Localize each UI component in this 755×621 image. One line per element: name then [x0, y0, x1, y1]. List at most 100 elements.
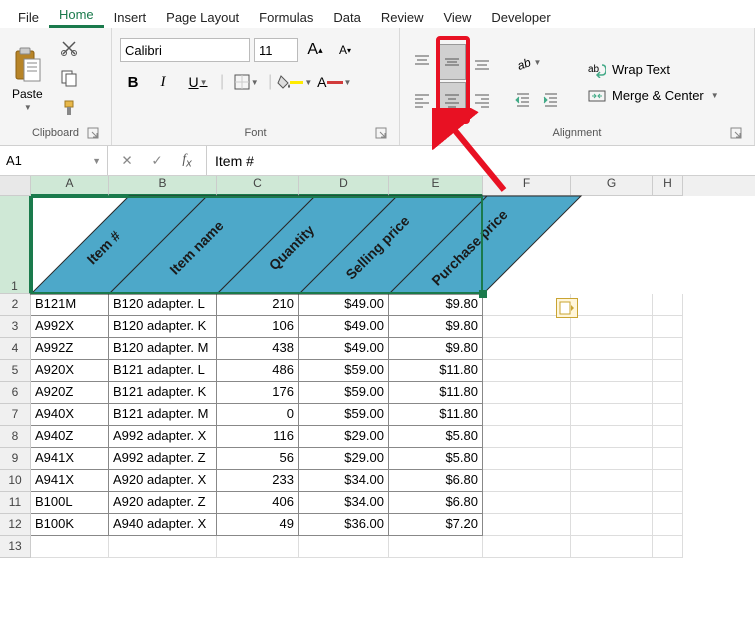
dialog-launcher-alignment[interactable] — [730, 127, 744, 141]
row-header[interactable]: 9 — [0, 448, 31, 470]
cell[interactable]: 176 — [217, 382, 299, 404]
cell[interactable]: B100K — [31, 514, 109, 536]
tab-home[interactable]: Home — [49, 3, 104, 28]
cell[interactable]: $34.00 — [299, 492, 389, 514]
row-header[interactable]: 10 — [0, 470, 31, 492]
cell[interactable] — [653, 294, 683, 316]
column-header[interactable]: A — [31, 176, 109, 196]
cell[interactable]: A992 adapter. Z — [109, 448, 217, 470]
cell[interactable]: $49.00 — [299, 316, 389, 338]
font-color-button[interactable]: A▼ — [316, 70, 352, 94]
cell[interactable] — [217, 536, 299, 558]
underline-button[interactable]: U▼ — [180, 70, 216, 94]
column-header[interactable]: E — [389, 176, 483, 196]
cell[interactable]: $34.00 — [299, 470, 389, 492]
align-middle-button[interactable] — [438, 44, 466, 80]
format-painter-button[interactable] — [57, 99, 81, 121]
cell[interactable]: $29.00 — [299, 426, 389, 448]
align-left-button[interactable] — [408, 82, 436, 118]
tab-developer[interactable]: Developer — [481, 6, 560, 28]
cell[interactable] — [483, 448, 571, 470]
copy-button[interactable] — [57, 69, 81, 91]
cell[interactable]: A940 adapter. X — [109, 514, 217, 536]
cell[interactable] — [483, 470, 571, 492]
cell[interactable]: $9.80 — [389, 338, 483, 360]
cell[interactable]: $36.00 — [299, 514, 389, 536]
row-header[interactable]: 7 — [0, 404, 31, 426]
tab-view[interactable]: View — [433, 6, 481, 28]
cell[interactable]: 406 — [217, 492, 299, 514]
align-right-button[interactable] — [468, 82, 496, 118]
row-header[interactable]: 11 — [0, 492, 31, 514]
cell[interactable]: $6.80 — [389, 470, 483, 492]
cell[interactable] — [653, 470, 683, 492]
cell[interactable]: $11.80 — [389, 404, 483, 426]
cell[interactable] — [653, 536, 683, 558]
align-bottom-button[interactable] — [468, 44, 496, 80]
cell[interactable] — [483, 316, 571, 338]
increase-font-button[interactable]: A▴ — [302, 38, 328, 62]
align-top-button[interactable] — [408, 44, 436, 80]
cell[interactable]: 106 — [217, 316, 299, 338]
cell[interactable]: $59.00 — [299, 404, 389, 426]
cell[interactable] — [571, 470, 653, 492]
cell[interactable] — [571, 448, 653, 470]
cell[interactable]: B121M — [31, 294, 109, 316]
cell[interactable] — [483, 536, 571, 558]
cell[interactable] — [571, 514, 653, 536]
cell[interactable] — [483, 426, 571, 448]
cell[interactable] — [483, 360, 571, 382]
row-header[interactable]: 13 — [0, 536, 31, 558]
cell[interactable]: $49.00 — [299, 338, 389, 360]
cell[interactable]: $11.80 — [389, 360, 483, 382]
select-all-corner[interactable] — [0, 176, 31, 196]
cell[interactable] — [653, 514, 683, 536]
cell[interactable] — [571, 536, 653, 558]
fill-color-button[interactable]: ▼ — [276, 70, 312, 94]
cell[interactable]: 116 — [217, 426, 299, 448]
row-header[interactable]: 3 — [0, 316, 31, 338]
cell[interactable] — [299, 536, 389, 558]
column-header[interactable]: F — [483, 176, 571, 196]
cell[interactable]: B100L — [31, 492, 109, 514]
cell[interactable] — [571, 426, 653, 448]
cell[interactable] — [483, 514, 571, 536]
cell[interactable]: $29.00 — [299, 448, 389, 470]
cell[interactable] — [653, 316, 683, 338]
row-header[interactable]: 5 — [0, 360, 31, 382]
paste-button[interactable]: Paste ▼ — [8, 43, 47, 116]
column-header[interactable]: C — [217, 176, 299, 196]
column-header[interactable]: H — [653, 176, 683, 196]
cell[interactable]: 49 — [217, 514, 299, 536]
cell[interactable]: 438 — [217, 338, 299, 360]
cell[interactable] — [571, 338, 653, 360]
cell[interactable] — [653, 338, 683, 360]
cell[interactable]: A920Z — [31, 382, 109, 404]
cell[interactable]: $11.80 — [389, 382, 483, 404]
cell[interactable]: A920 adapter. Z — [109, 492, 217, 514]
decrease-indent-button[interactable] — [510, 87, 536, 111]
cell[interactable]: $59.00 — [299, 382, 389, 404]
cell[interactable] — [571, 404, 653, 426]
cell[interactable]: $9.80 — [389, 316, 483, 338]
selection-handle[interactable] — [479, 290, 487, 298]
column-header[interactable]: B — [109, 176, 217, 196]
cell[interactable]: $7.20 — [389, 514, 483, 536]
cell[interactable]: A940X — [31, 404, 109, 426]
cell[interactable] — [571, 316, 653, 338]
merge-center-button[interactable]: Merge & Center ▼ — [588, 88, 719, 104]
orientation-button[interactable]: ab▼ — [510, 51, 546, 75]
cell[interactable]: A992X — [31, 316, 109, 338]
tab-file[interactable]: File — [8, 6, 49, 28]
cut-button[interactable] — [57, 39, 81, 61]
row-header[interactable]: 2 — [0, 294, 31, 316]
cancel-formula-button[interactable]: ✕ — [112, 149, 142, 173]
cell[interactable] — [653, 448, 683, 470]
cell[interactable]: B121 adapter. K — [109, 382, 217, 404]
cell[interactable]: B120 adapter. M — [109, 338, 217, 360]
cell[interactable]: B121 adapter. L — [109, 360, 217, 382]
tab-data[interactable]: Data — [323, 6, 370, 28]
borders-button[interactable]: ▼ — [228, 70, 264, 94]
cell[interactable]: 233 — [217, 470, 299, 492]
tab-formulas[interactable]: Formulas — [249, 6, 323, 28]
